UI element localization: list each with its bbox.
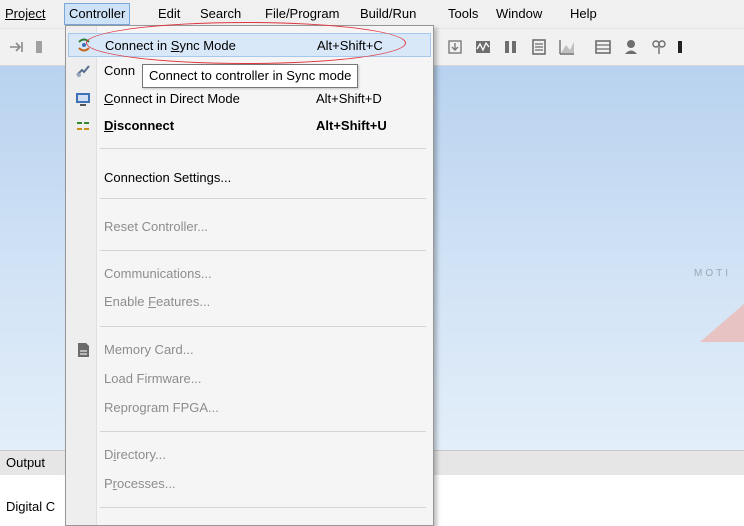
menu-controller[interactable]: Controller [64,3,131,25]
download-icon[interactable] [446,38,464,56]
direct-connect-icon [75,91,91,107]
menu-item-label: Directory... [104,447,166,462]
sync-connect-icon [76,37,92,53]
menu-item-shortcut: Alt+Shift+U [316,118,387,133]
menu-item-connect-direct[interactable]: Connect in Direct Mode Alt+Shift+D [66,87,433,111]
menu-item-reset-controller[interactable]: Reset Controller... [66,215,433,239]
menu-item-label: Disconnect [104,118,175,133]
gear-icon[interactable] [650,38,668,56]
menu-project[interactable]: Project [5,5,45,23]
tooltip: Connect to controller in Sync mode [142,64,359,88]
menu-item-memory-card[interactable]: Memory Card... [66,338,433,362]
menu-item-shortcut: Alt+Shift+D [316,91,382,106]
menu-item-disconnect[interactable]: Disconnect Alt+Shift+U [66,114,433,138]
menu-item-label: Connect in Sync Mode [105,38,236,53]
menu-separator [100,250,426,251]
output-line: Digital C [6,499,56,514]
menu-item-communications[interactable]: Communications... [66,262,433,286]
toolbar-icon-partial[interactable] [676,38,694,56]
menu-item-connection-settings[interactable]: Connection Settings... [66,166,433,190]
menu-item-label: Conn [104,63,136,78]
document-icon[interactable] [530,38,548,56]
trend-chart-icon[interactable] [558,38,576,56]
scope-icon[interactable] [474,38,492,56]
menu-separator [100,507,426,508]
menu-item-label: Enable Features... [104,294,211,309]
menu-item-connect-sync[interactable]: Connect in Sync Mode Alt+Shift+C [68,33,431,57]
menu-item-label: Communications... [104,266,212,281]
toolbar-icon[interactable] [34,38,52,56]
menu-item-shortcut: Alt+Shift+C [317,38,383,53]
menu-help[interactable]: Help [570,5,597,23]
menu-separator [100,148,426,149]
menu-item-label: Memory Card... [104,342,194,357]
background-logo-shape [700,304,744,342]
vr-user-icon[interactable] [622,38,640,56]
menu-separator [100,326,426,327]
memory-card-icon [75,342,91,358]
menu-item-label: Processes... [104,476,176,491]
menu-item-label: Load Firmware... [104,371,202,386]
menu-item-reprogram-fpga[interactable]: Reprogram FPGA... [66,396,433,420]
background-logo-text: MOTI [694,268,731,279]
menu-file-program[interactable]: File/Program [265,5,339,23]
menu-item-label: Reprogram FPGA... [104,400,219,415]
columns-icon[interactable] [502,38,520,56]
menu-item-load-firmware[interactable]: Load Firmware... [66,367,433,391]
async-connect-icon [75,63,91,79]
table-icon[interactable] [594,38,612,56]
menu-item-processes[interactable]: Processes... [66,472,433,496]
menu-search[interactable]: Search [200,5,241,23]
menu-item-directory[interactable]: Directory... [66,443,433,467]
menu-item-label: Connect in Direct Mode [104,91,240,106]
menu-item-enable-features[interactable]: Enable Features... [66,290,433,314]
menu-separator [100,431,426,432]
output-tab-label: Output [6,455,46,470]
menu-edit[interactable]: Edit [158,5,180,23]
menu-separator [100,198,426,199]
disconnect-icon [75,118,91,134]
controller-menu: Connect in Sync Mode Alt+Shift+C Conn Co… [65,25,434,526]
step-into-icon[interactable] [8,38,26,56]
menu-tools[interactable]: Tools [448,5,478,23]
menu-build-run[interactable]: Build/Run [360,5,416,23]
menu-window[interactable]: Window [496,5,542,23]
menu-item-label: Reset Controller... [104,219,209,234]
menu-item-label: Connection Settings... [104,170,232,185]
